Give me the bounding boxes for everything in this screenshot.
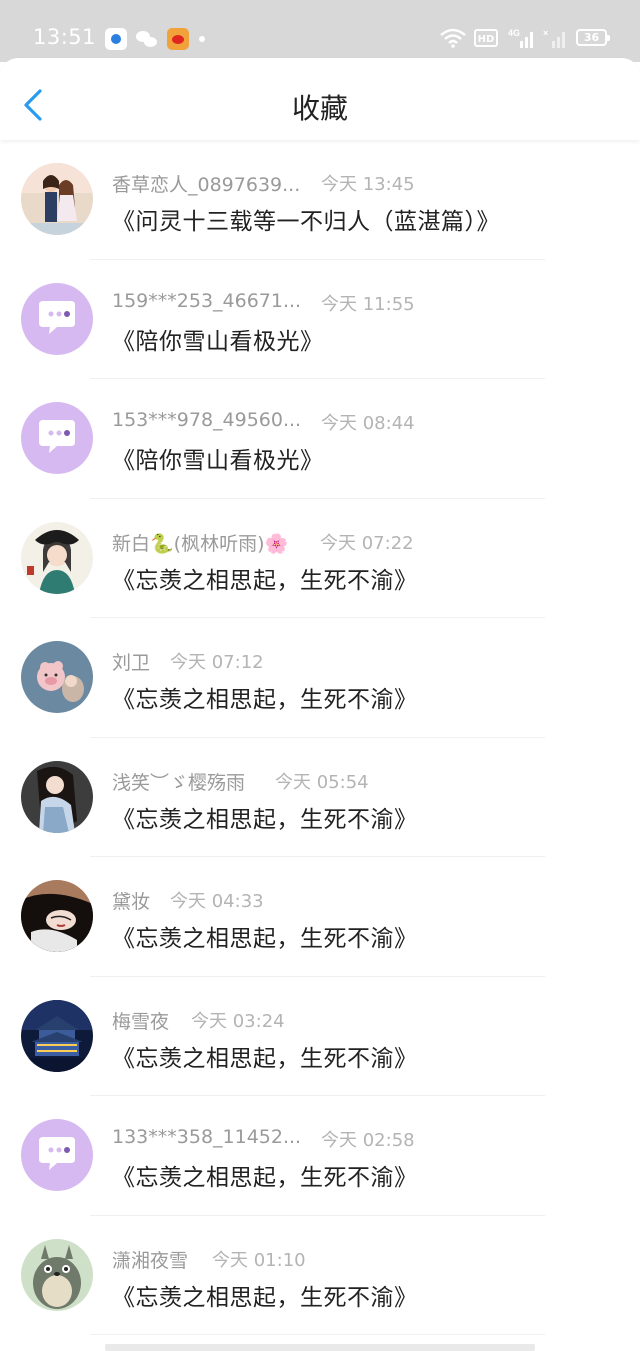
favorite-title: 《忘羡之相思起，生死不渝》 bbox=[112, 687, 418, 713]
wifi-icon bbox=[440, 28, 466, 48]
favorite-time: 今天 07:12 bbox=[170, 652, 264, 673]
hd-badge: HD bbox=[474, 29, 498, 47]
svg-text:4G: 4G bbox=[508, 28, 520, 38]
sender-name: 浅笑︶ゞ樱殇雨 bbox=[112, 771, 246, 794]
wechat-icon bbox=[136, 28, 158, 50]
sender-name: 新白🐍(枫林听雨)🌸 bbox=[112, 532, 289, 555]
default-avatar[interactable] bbox=[21, 282, 93, 355]
avatar[interactable] bbox=[21, 999, 93, 1072]
list-item[interactable]: 浅笑︶ゞ樱殇雨 今天 05:54 《忘羡之相思起，生死不渝》 bbox=[0, 738, 640, 857]
avatar[interactable] bbox=[21, 163, 93, 235]
favorites-list: 香草恋人_0897639... 今天 13:45 《问灵十三载等一不归人（蓝湛篇… bbox=[0, 140, 640, 1335]
notification-dot bbox=[199, 36, 205, 42]
sender-name: 香草恋人_0897639... bbox=[112, 174, 301, 196]
favorite-time: 今天 02:58 bbox=[321, 1130, 415, 1151]
signal-icon: 4G bbox=[508, 28, 533, 48]
avatar[interactable] bbox=[21, 641, 93, 713]
navigation-header: 收藏 bbox=[0, 58, 640, 140]
list-item[interactable]: 159***253_46671... 今天 11:55 《陪你雪山看极光》 bbox=[0, 260, 640, 379]
page-title: 收藏 bbox=[291, 92, 348, 125]
favorite-time: 今天 03:24 bbox=[191, 1010, 285, 1032]
status-bar: 13:51 HD 4G × 36 bbox=[0, 0, 640, 62]
sender-name: 梅雪夜 bbox=[112, 1010, 170, 1033]
favorite-title: 《忘羡之相思起，生死不渝》 bbox=[112, 1045, 418, 1072]
favorite-time: 今天 05:54 bbox=[275, 771, 369, 793]
favorite-title: 《忘羡之相思起，生死不渝》 bbox=[112, 1284, 418, 1311]
weibo-icon bbox=[167, 28, 189, 50]
favorite-time: 今天 08:44 bbox=[321, 413, 415, 434]
list-item[interactable]: 新白🐍(枫林听雨)🌸 今天 07:22 《忘羡之相思起，生死不渝》 bbox=[0, 499, 640, 618]
battery-icon: 36 bbox=[576, 29, 610, 46]
favorite-time: 今天 13:45 bbox=[321, 174, 415, 195]
list-item[interactable]: 刘卫 今天 07:12 《忘羡之相思起，生死不渝》 bbox=[0, 618, 640, 738]
sender-name: 133***358_11452... bbox=[112, 1126, 302, 1148]
sender-name: 黛妆 bbox=[112, 891, 151, 913]
sender-name: 刘卫 bbox=[112, 652, 151, 674]
list-item[interactable]: 香草恋人_0897639... 今天 13:45 《问灵十三载等一不归人（蓝湛篇… bbox=[0, 140, 640, 260]
favorite-title: 《忘羡之相思起，生死不渝》 bbox=[112, 1165, 418, 1191]
favorite-time: 今天 11:55 bbox=[321, 293, 415, 315]
avatar[interactable] bbox=[21, 880, 93, 952]
favorite-time: 今天 07:22 bbox=[320, 532, 414, 554]
sender-name: 潇湘夜雪 bbox=[112, 1249, 189, 1272]
favorite-title: 《陪你雪山看极光》 bbox=[112, 328, 324, 355]
status-time: 13:51 bbox=[33, 25, 97, 49]
avatar[interactable] bbox=[21, 521, 93, 594]
sender-name: 153***978_49560... bbox=[112, 409, 302, 431]
list-item[interactable]: 梅雪夜 今天 03:24 《忘羡之相思起，生死不渝》 bbox=[0, 977, 640, 1096]
bottom-tab-bar-edge bbox=[105, 1344, 535, 1351]
qq-icon bbox=[105, 28, 127, 50]
avatar[interactable] bbox=[21, 760, 93, 833]
favorite-title: 《忘羡之相思起，生死不渝》 bbox=[112, 567, 418, 594]
favorite-title: 《陪你雪山看极光》 bbox=[112, 448, 324, 474]
favorite-title: 《忘羡之相思起，生死不渝》 bbox=[112, 926, 418, 952]
list-item[interactable]: 潇湘夜雪 今天 01:10 《忘羡之相思起，生死不渝》 bbox=[0, 1216, 640, 1335]
signal-icon-2: × bbox=[543, 28, 565, 48]
list-item[interactable]: 黛妆 今天 04:33 《忘羡之相思起，生死不渝》 bbox=[0, 857, 640, 977]
favorite-time: 今天 04:33 bbox=[170, 891, 264, 912]
svg-text:×: × bbox=[543, 28, 548, 38]
list-item[interactable]: 153***978_49560... 今天 08:44 《陪你雪山看极光》 bbox=[0, 379, 640, 499]
favorite-title: 《问灵十三载等一不归人（蓝湛篇）》 bbox=[112, 209, 500, 235]
favorite-title: 《忘羡之相思起，生死不渝》 bbox=[112, 806, 418, 833]
favorite-time: 今天 01:10 bbox=[212, 1249, 306, 1271]
sender-name: 159***253_46671... bbox=[112, 289, 302, 312]
default-avatar[interactable] bbox=[21, 1119, 93, 1191]
default-avatar[interactable] bbox=[21, 402, 93, 474]
divider bbox=[90, 1334, 545, 1335]
avatar[interactable] bbox=[21, 1238, 93, 1311]
list-item[interactable]: 133***358_11452... 今天 02:58 《忘羡之相思起，生死不渝… bbox=[0, 1096, 640, 1216]
